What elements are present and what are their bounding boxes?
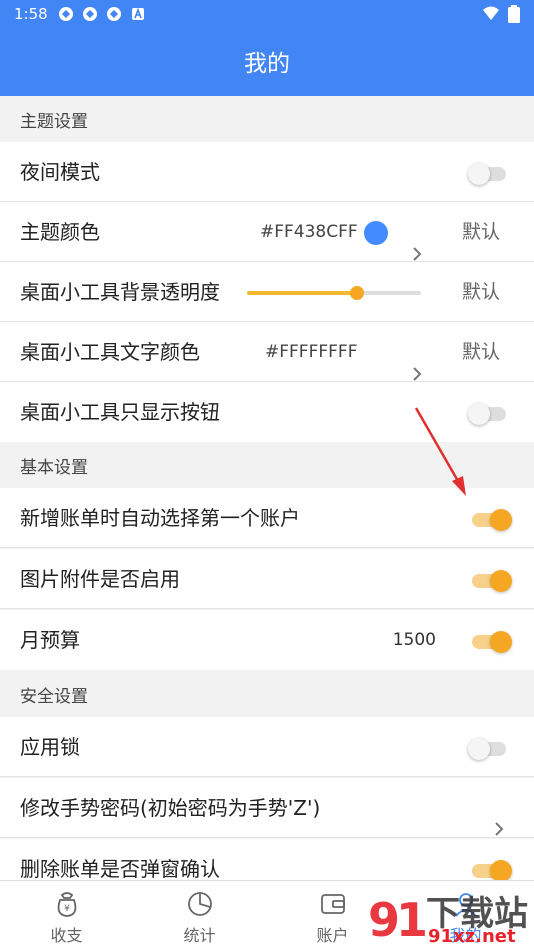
auto-select-account-row[interactable]: 新增账单时自动选择第一个账户 [0,488,534,548]
svg-text:¥: ¥ [64,904,70,914]
status-bar: 1:58 [0,0,534,28]
notification-icon [82,7,97,21]
tab-label: 统计 [183,926,216,945]
widget-text-color-label: 桌面小工具文字颜色 [20,340,200,364]
auto-select-account-toggle[interactable] [468,507,512,531]
section-header-security: 安全设置 [0,671,534,717]
tab-statistics[interactable]: 统计 [133,881,266,950]
change-gesture-label: 修改手势密码(初始密码为手势'Z') [20,796,321,820]
tab-income-expense[interactable]: ¥ 收支 [0,881,133,950]
app-lock-row[interactable]: 应用锁 [0,717,534,777]
battery-icon [508,5,520,23]
page-title: 我的 [244,51,290,77]
widget-opacity-slider[interactable] [247,286,421,300]
theme-color-default-button[interactable]: 默认 [462,202,500,262]
status-time: 1:58 [14,5,48,23]
delete-confirm-toggle[interactable] [468,858,512,882]
slider-fill [247,291,357,295]
keyboard-icon [131,7,144,20]
night-mode-row[interactable]: 夜间模式 [0,142,534,202]
widget-text-color-hex: #FFFFFFFF [265,342,358,362]
slider-thumb[interactable] [349,286,364,300]
monthly-budget-value[interactable]: 1500 [393,610,436,670]
image-attachment-toggle[interactable] [468,568,512,592]
theme-color-hex: #FF438CFF [260,222,358,242]
change-gesture-row[interactable]: 修改手势密码(初始密码为手势'Z') [0,778,534,838]
night-mode-label: 夜间模式 [20,160,100,184]
svg-text:1: 1 [396,893,428,947]
app-header: 1:58 我的 [0,0,534,96]
auto-select-account-label: 新增账单时自动选择第一个账户 [20,506,300,530]
monthly-budget-row[interactable]: 月预算 1500 [0,610,534,670]
wifi-icon [483,6,499,20]
notification-icon [106,7,121,21]
theme-color-swatch[interactable] [364,221,388,245]
monthly-budget-label: 月预算 [20,628,80,652]
section-header-theme: 主题设置 [0,96,534,142]
site-watermark: 9 1 下载站 91xz.net [364,884,534,950]
widget-opacity-row: 桌面小工具背景透明度 默认 [0,262,534,322]
monthly-budget-toggle[interactable] [468,629,512,653]
app-lock-label: 应用锁 [20,735,80,759]
widget-opacity-label: 桌面小工具背景透明度 [20,280,220,304]
widget-buttons-only-toggle[interactable] [468,401,512,425]
theme-color-row[interactable]: 主题颜色 #FF438CFF 默认 [0,202,534,262]
widget-text-color-row[interactable]: 桌面小工具文字颜色 #FFFFFFFF 默认 [0,322,534,382]
account-card-icon [320,894,345,914]
image-attachment-row[interactable]: 图片附件是否启用 [0,549,534,609]
notification-icon [58,7,73,21]
section-header-basic: 基本设置 [0,442,534,488]
widget-opacity-default-button[interactable]: 默认 [462,262,500,322]
wallet-bag-icon: ¥ [57,892,76,917]
pie-chart-icon [187,892,212,916]
watermark-url: 91xz.net [428,926,516,947]
widget-buttons-only-label: 桌面小工具只显示按钮 [20,400,220,424]
tab-label: 收支 [50,926,83,945]
widget-buttons-only-row[interactable]: 桌面小工具只显示按钮 [0,382,534,442]
night-mode-toggle[interactable] [468,161,512,185]
image-attachment-label: 图片附件是否启用 [20,567,180,591]
app-lock-toggle[interactable] [468,736,512,760]
theme-color-label: 主题颜色 [20,220,100,244]
widget-text-color-default-button[interactable]: 默认 [462,322,500,382]
